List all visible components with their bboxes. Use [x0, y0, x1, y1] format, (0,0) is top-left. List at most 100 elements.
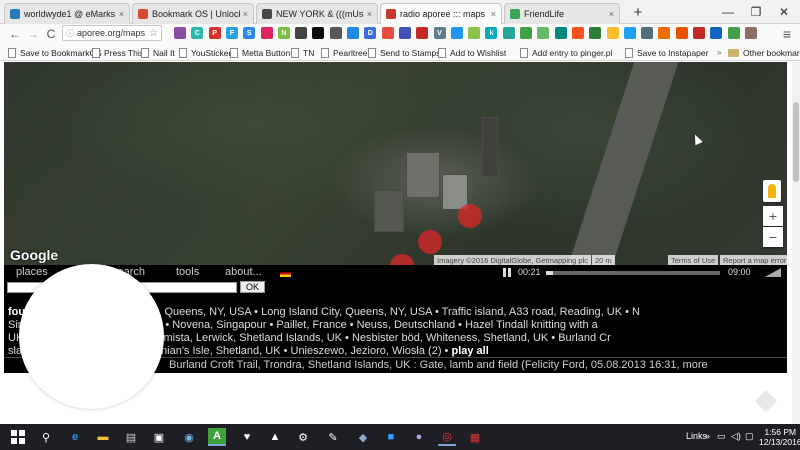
extension-icon[interactable]: [295, 27, 308, 39]
extension-icon[interactable]: [744, 27, 757, 39]
map-sound-marker[interactable]: [418, 230, 442, 254]
bookmark-pinger[interactable]: Add entry to pinger.pl: [520, 46, 612, 59]
extension-icon[interactable]: [347, 27, 359, 39]
extension-icon[interactable]: [381, 27, 394, 39]
close-window-icon[interactable]: ✕: [770, 0, 798, 24]
address-bar[interactable]: ⓘ aporee.org/maps ☆: [62, 25, 162, 41]
extension-icon[interactable]: D: [364, 27, 377, 39]
tray-overflow-icon[interactable]: »: [705, 431, 710, 441]
extension-icon[interactable]: [398, 27, 411, 39]
extension-icon[interactable]: [520, 27, 532, 39]
extension-icon[interactable]: P: [208, 27, 221, 39]
menu-about[interactable]: about...: [225, 266, 262, 278]
tab-bookmarkos[interactable]: Bookmark OS | Unlock the poten ×: [132, 3, 254, 24]
search-icon[interactable]: ⚲: [37, 428, 55, 446]
settings-gear-icon[interactable]: ⚙: [294, 428, 312, 446]
extension-icon[interactable]: [606, 27, 619, 39]
tab-newyork[interactable]: NEW YORK & (((mUsiccisUm))) ×: [256, 3, 378, 24]
extension-icon[interactable]: [727, 27, 740, 39]
tab-emarks[interactable]: worldwyde1 @ eMarks - Online B ×: [4, 3, 130, 24]
extension-icon[interactable]: [537, 27, 550, 39]
chrome-taskbar-icon[interactable]: ◎: [438, 428, 456, 446]
extension-icon[interactable]: [329, 27, 342, 39]
photos-icon[interactable]: ▲: [266, 428, 284, 446]
extension-icon[interactable]: [710, 27, 723, 39]
app-globe-icon[interactable]: ◉: [180, 428, 198, 446]
map-sound-marker[interactable]: [458, 204, 482, 228]
extension-icon[interactable]: [693, 27, 705, 39]
bookmark-add-to-wishlist[interactable]: Add to Wishlist: [438, 46, 506, 59]
network-icon[interactable]: ▭: [717, 431, 726, 442]
bookmark-send-to-stampsy[interactable]: Send to Stampsy: [368, 46, 445, 59]
extension-icon[interactable]: V: [433, 27, 446, 39]
extension-icon[interactable]: F: [225, 27, 238, 39]
extension-icon[interactable]: [658, 27, 671, 39]
bookmark-instapaper[interactable]: Save to Instapaper: [625, 46, 708, 59]
start-button[interactable]: [9, 428, 27, 446]
tab-radio-aporee[interactable]: radio aporee ::: maps - sounds ×: [380, 3, 502, 24]
german-flag-icon[interactable]: [280, 270, 291, 277]
bookmark-nail-it[interactable]: Nail It: [141, 46, 175, 59]
extension-icon[interactable]: [450, 27, 463, 39]
volume-slider[interactable]: [765, 268, 781, 277]
app-icon-4[interactable]: ▦: [466, 428, 484, 446]
page-scrollbar[interactable]: [792, 62, 800, 424]
page-info-icon[interactable]: ⓘ: [66, 28, 74, 39]
tab-close-icon[interactable]: ×: [119, 9, 124, 19]
extension-icon[interactable]: [468, 27, 481, 39]
bookmark-star-icon[interactable]: ☆: [149, 28, 158, 39]
edge-icon[interactable]: e: [66, 428, 84, 446]
extension-icon[interactable]: [502, 27, 515, 39]
app-icon-3[interactable]: ●: [410, 428, 428, 446]
iheart-icon[interactable]: ♥: [238, 428, 256, 446]
menu-tools[interactable]: tools: [176, 266, 199, 278]
forward-icon[interactable]: →: [24, 25, 42, 43]
other-bookmarks-folder[interactable]: Other bookmarks: [728, 46, 800, 59]
tab-close-icon[interactable]: ×: [609, 9, 614, 19]
extension-icon[interactable]: [571, 27, 584, 39]
bookmark-metta-button[interactable]: Metta Button: [230, 46, 290, 59]
extension-icon[interactable]: [260, 27, 273, 39]
tab-friendlife[interactable]: FriendLife ×: [504, 3, 620, 24]
extension-icon[interactable]: [312, 27, 325, 39]
back-icon[interactable]: ←: [6, 25, 24, 43]
new-tab-button[interactable]: +: [624, 0, 652, 24]
tab-close-icon[interactable]: ×: [491, 9, 496, 19]
extension-icon[interactable]: C: [191, 27, 204, 39]
bookmark-yousticker[interactable]: YouSticker: [179, 46, 231, 59]
app-icon-2[interactable]: ■: [382, 428, 400, 446]
street-view-pegman-icon[interactable]: [763, 180, 781, 202]
clock[interactable]: 1:56 PM 12/13/2016: [759, 427, 800, 447]
restore-icon[interactable]: ❐: [742, 0, 770, 24]
progress-slider[interactable]: [546, 271, 720, 275]
store-icon[interactable]: ▣: [150, 428, 168, 446]
menu-places[interactable]: places: [16, 266, 48, 278]
report-map-error-link[interactable]: Report a map error: [720, 255, 790, 265]
zoom-in-button[interactable]: +: [763, 206, 783, 226]
terms-of-use-link[interactable]: Terms of Use: [668, 255, 719, 265]
extension-icon[interactable]: [641, 27, 654, 39]
extension-icon[interactable]: [416, 27, 429, 39]
extension-icon[interactable]: k: [485, 27, 498, 39]
scrollbar-thumb[interactable]: [793, 102, 799, 182]
extension-icon[interactable]: S: [243, 27, 256, 39]
pause-icon[interactable]: [503, 268, 511, 277]
extension-icon[interactable]: [174, 27, 186, 39]
links-toolbar[interactable]: Links: [686, 431, 707, 441]
tab-close-icon[interactable]: ×: [367, 9, 372, 19]
file-explorer-icon[interactable]: ▬: [94, 428, 112, 446]
extension-icon[interactable]: N: [277, 27, 290, 39]
reload-icon[interactable]: C: [42, 25, 60, 43]
extension-icon[interactable]: [675, 27, 688, 39]
notifications-icon[interactable]: ▢: [745, 431, 754, 442]
tab-close-icon[interactable]: ×: [243, 9, 248, 19]
bookmark-press-this[interactable]: Press This: [92, 46, 144, 59]
play-all-link[interactable]: play all: [451, 345, 488, 357]
satellite-map[interactable]: Google + − Imagery ©2016 DigitalGlobe, G…: [4, 62, 790, 321]
documents-icon[interactable]: ▤: [122, 428, 140, 446]
bookmark-tn[interactable]: TN: [291, 46, 314, 59]
extension-icon[interactable]: [623, 27, 636, 39]
minimize-icon[interactable]: —: [714, 0, 742, 24]
app-icon-1[interactable]: ◆: [354, 428, 372, 446]
feedback-icon[interactable]: [754, 389, 778, 413]
